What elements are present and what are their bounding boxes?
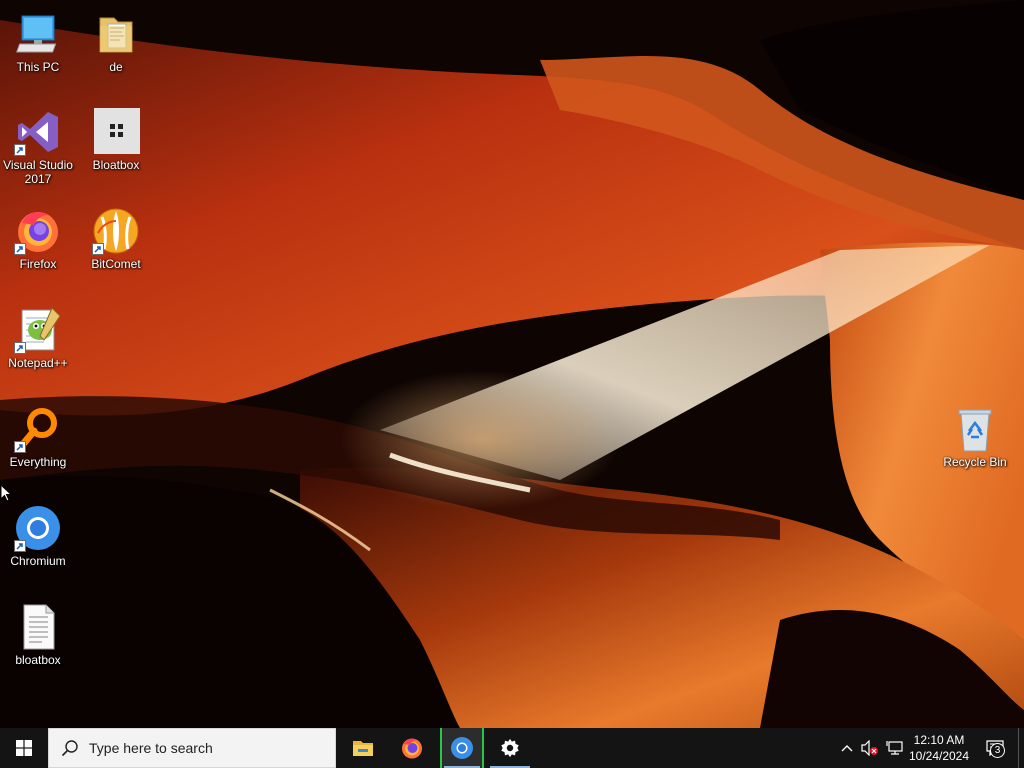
- chevron-up-icon: [841, 745, 853, 752]
- notification-count-badge: 3: [990, 743, 1005, 758]
- start-button[interactable]: [0, 728, 48, 768]
- desktop-icon-firefox[interactable]: Firefox: [0, 207, 76, 271]
- network-icon: [886, 741, 903, 755]
- gear-icon: [501, 738, 519, 758]
- shortcut-arrow-icon: [14, 342, 26, 354]
- taskbar-app-firefox[interactable]: [390, 728, 434, 768]
- desktop-icon-everything[interactable]: Everything: [0, 405, 76, 469]
- text-file-icon: [14, 603, 62, 651]
- show-desktop-button[interactable]: [1018, 728, 1024, 768]
- desktop-icon-chromium[interactable]: Chromium: [0, 504, 76, 568]
- desktop-icon-label: Visual Studio 2017: [3, 158, 73, 186]
- volume-muted-icon: [861, 740, 878, 756]
- search-icon: [61, 740, 78, 757]
- firefox-icon: [402, 738, 422, 759]
- notepadpp-icon: [14, 306, 62, 354]
- desktop-icon-label: Everything: [9, 455, 67, 469]
- taskbar-app-file-explorer[interactable]: [341, 728, 385, 768]
- network-tray-button[interactable]: [884, 728, 906, 768]
- file-explorer-icon: [353, 741, 373, 756]
- mouse-cursor-icon: [0, 483, 13, 502]
- desktop-icon-notepadpp[interactable]: Notepad++: [0, 306, 76, 370]
- firefox-icon: [14, 207, 62, 255]
- search-placeholder: Type here to search: [89, 740, 213, 756]
- chromium-icon: [14, 504, 62, 552]
- desktop-icon-bloatbox[interactable]: Bloatbox: [78, 108, 154, 172]
- bitcomet-icon: [92, 207, 140, 255]
- shortcut-arrow-icon: [14, 144, 26, 156]
- shortcut-arrow-icon: [14, 540, 26, 552]
- taskbar-app-chromium[interactable]: [440, 728, 484, 768]
- clock-time: 12:10 AM: [913, 733, 965, 747]
- windows-logo-icon: [16, 740, 32, 756]
- desktop-icon-bitcomet[interactable]: BitComet: [78, 207, 154, 271]
- chromium-icon: [451, 737, 473, 759]
- everything-icon: [14, 405, 62, 453]
- folder-icon: [92, 10, 140, 58]
- visual-studio-icon: [14, 108, 62, 156]
- desktop-icon-label: BitComet: [91, 257, 141, 271]
- desktop-icon-recycle-bin[interactable]: Recycle Bin: [937, 405, 1013, 469]
- recycle-bin-icon: [951, 405, 999, 453]
- desktop-icon-label: This PC: [16, 60, 60, 74]
- shortcut-arrow-icon: [92, 243, 104, 255]
- shortcut-arrow-icon: [14, 441, 26, 453]
- desktop-icon-de-folder[interactable]: de: [78, 10, 154, 74]
- shortcut-arrow-icon: [14, 243, 26, 255]
- volume-tray-button[interactable]: [859, 728, 881, 768]
- desktop-icon-label: Notepad++: [8, 356, 68, 370]
- desktop-icon-label: de: [109, 60, 123, 74]
- computer-icon: [14, 10, 62, 58]
- desktop-icon-label: Bloatbox: [92, 158, 140, 172]
- desktop-icon-bloatbox-file[interactable]: bloatbox: [0, 603, 76, 667]
- taskbar-clock[interactable]: 12:10 AM 10/24/2024: [904, 728, 974, 768]
- taskbar-app-settings[interactable]: [488, 728, 532, 768]
- desktop-icon-label: bloatbox: [15, 653, 61, 667]
- taskbar: Type here to search 12:10 AM 10/24/2024 …: [0, 728, 1024, 768]
- show-hidden-icons-button[interactable]: [838, 728, 856, 768]
- desktop-icon-visual-studio[interactable]: Visual Studio 2017: [0, 108, 76, 186]
- desktop-icon-label: Firefox: [19, 257, 57, 271]
- clock-date: 10/24/2024: [908, 749, 970, 763]
- desktop-icon-label: Recycle Bin: [943, 455, 1007, 469]
- bloatbox-icon: [92, 108, 140, 156]
- taskbar-search-box[interactable]: Type here to search: [48, 728, 336, 768]
- desktop-icon-this-pc[interactable]: This PC: [0, 10, 76, 74]
- desktop-icon-label: Chromium: [10, 554, 66, 568]
